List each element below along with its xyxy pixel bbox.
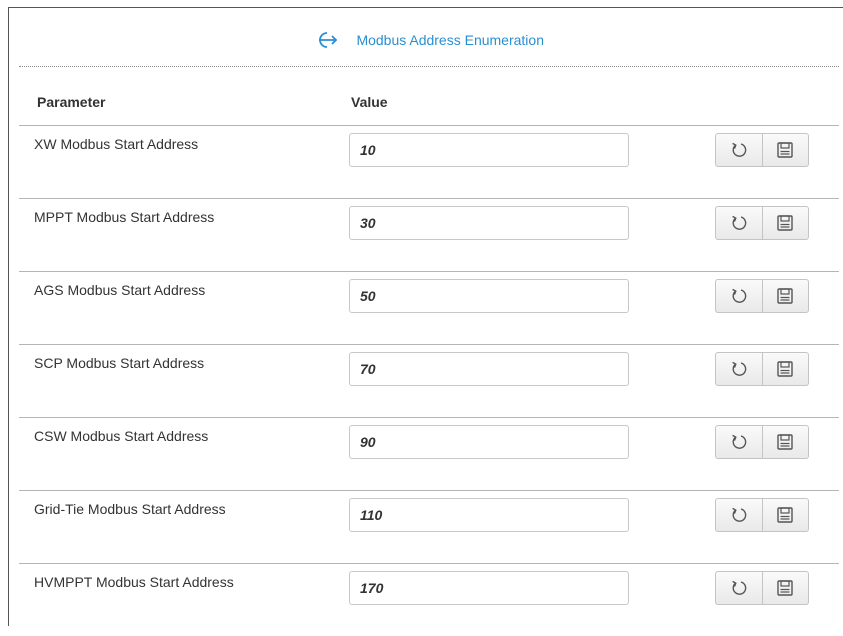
refresh-icon [729,213,749,233]
parameter-value-input[interactable] [349,279,629,313]
refresh-button[interactable] [716,207,762,239]
save-icon [776,506,794,524]
refresh-button[interactable] [716,426,762,458]
row-action-group [715,352,809,386]
parameter-label: Grid-Tie Modbus Start Address [34,501,226,517]
parameter-row: XW Modbus Start Address [19,125,839,198]
row-action-group [715,498,809,532]
parameter-row: SCP Modbus Start Address [19,344,839,417]
refresh-button[interactable] [716,572,762,604]
parameter-value-input[interactable] [349,206,629,240]
parameter-value-input[interactable] [349,352,629,386]
refresh-button[interactable] [716,499,762,531]
row-action-group [715,206,809,240]
save-icon [776,433,794,451]
row-action-group [715,279,809,313]
save-icon [776,214,794,232]
parameter-label: XW Modbus Start Address [34,136,199,152]
row-action-group [715,425,809,459]
parameter-value-input[interactable] [349,498,629,532]
refresh-icon [729,286,749,306]
parameter-label: HVMPPT Modbus Start Address [34,574,234,590]
refresh-button[interactable] [716,280,762,312]
parameter-value-input[interactable] [349,571,629,605]
refresh-icon [729,140,749,160]
parameter-label: MPPT Modbus Start Address [34,209,215,225]
parameter-row: CSW Modbus Start Address [19,417,839,490]
page-title: Modbus Address Enumeration [356,32,544,48]
parameter-row: MPPT Modbus Start Address [19,198,839,271]
refresh-icon [729,578,749,598]
refresh-icon [729,505,749,525]
save-button[interactable] [761,499,809,531]
parameter-column-header: Parameter [37,94,106,110]
parameter-label: SCP Modbus Start Address [34,355,205,371]
save-icon [776,141,794,159]
save-icon [776,579,794,597]
refresh-button[interactable] [716,353,762,385]
save-button[interactable] [761,572,809,604]
header-title-group: Modbus Address Enumeration [19,32,839,56]
parameter-value-input[interactable] [349,425,629,459]
value-column-header: Value [351,94,388,110]
save-button[interactable] [761,426,809,458]
refresh-icon [729,359,749,379]
save-icon [776,360,794,378]
save-button[interactable] [761,280,809,312]
save-button[interactable] [761,353,809,385]
refresh-button[interactable] [716,134,762,166]
refresh-icon [729,432,749,452]
parameter-row: Grid-Tie Modbus Start Address [19,490,839,563]
save-icon [776,287,794,305]
login-arrow-icon [314,30,340,50]
parameter-label: AGS Modbus Start Address [34,282,206,298]
parameter-row: AGS Modbus Start Address [19,271,839,344]
parameter-value-input[interactable] [349,133,629,167]
save-button[interactable] [761,134,809,166]
row-action-group [715,133,809,167]
panel-header: Modbus Address Enumeration [19,8,839,67]
parameter-row: HVMPPT Modbus Start Address [19,563,839,636]
row-action-group [715,571,809,605]
modbus-panel: Modbus Address Enumeration Parameter Val… [8,7,843,626]
parameter-label: CSW Modbus Start Address [34,428,209,444]
save-button[interactable] [761,207,809,239]
